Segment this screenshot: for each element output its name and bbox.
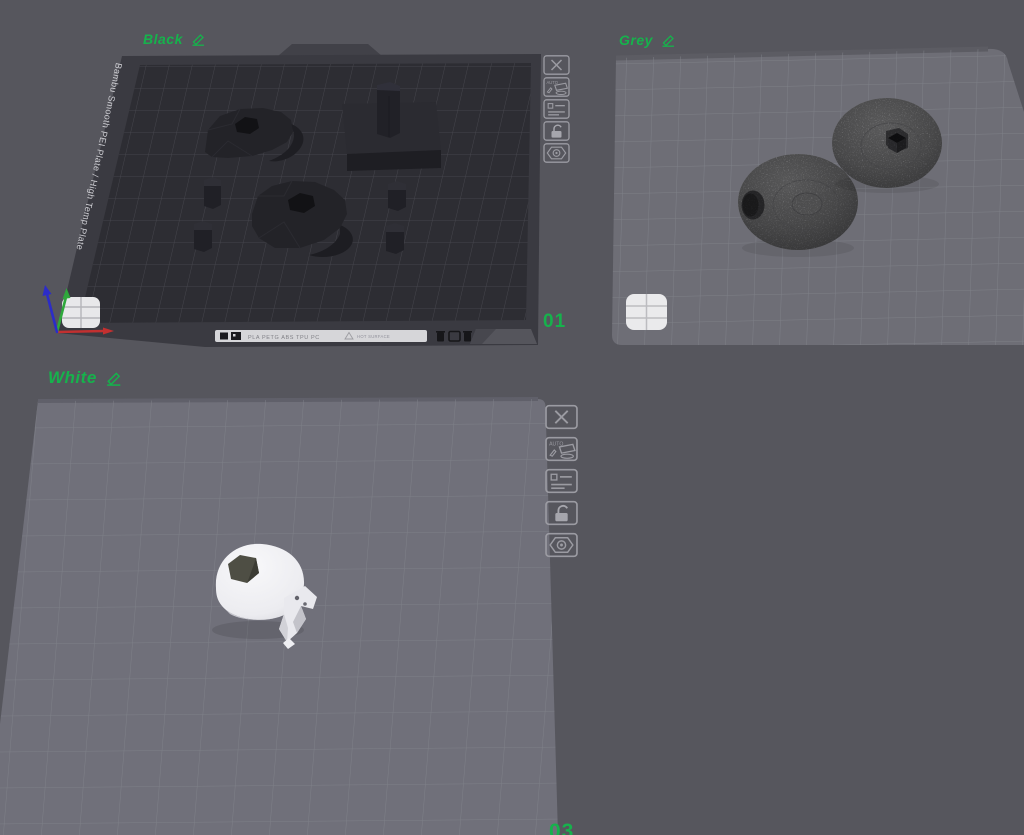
plate-corner-marker (626, 294, 667, 330)
delete-plate-icon[interactable] (542, 55, 571, 75)
plate-grey[interactable] (600, 38, 1024, 360)
model-hex-peg[interactable] (194, 221, 212, 252)
model-hex-peg[interactable] (204, 177, 221, 209)
plate-handle (278, 44, 382, 56)
plate-name-grey[interactable]: Grey (619, 32, 677, 48)
model-dome-right[interactable] (832, 98, 942, 193)
delete-plate-icon[interactable] (545, 404, 578, 430)
plate-front-strip: PLA PETG ABS TPU PC HOT SURFACE (215, 329, 537, 344)
auto-label: AUTO (547, 80, 559, 85)
plate-name-label[interactable]: White (48, 368, 97, 388)
plate-name-white[interactable]: White (48, 368, 124, 388)
model-hex-peg[interactable] (388, 181, 406, 211)
plate-toolbar-black: AUTO (542, 55, 571, 165)
model-hex-peg[interactable] (386, 223, 404, 254)
plate-white[interactable] (0, 392, 600, 835)
plate-settings-list-icon[interactable] (542, 99, 571, 119)
multi-plate-view: PLA PETG ABS TPU PC HOT SURFACE Bambu Sm… (0, 0, 1024, 835)
plate-number-03: 03 (549, 820, 574, 835)
plate-corner-marker (62, 297, 100, 328)
strip-warning-text: HOT SURFACE (357, 334, 390, 339)
edit-pencil-icon[interactable] (104, 370, 124, 386)
plate-config-icon[interactable] (545, 532, 578, 558)
plate-name-black[interactable]: Black (143, 31, 207, 47)
auto-orient-plate-icon[interactable]: AUTO (545, 436, 578, 462)
strip-materials-text: PLA PETG ABS TPU PC (248, 335, 320, 341)
plate-grid (0, 399, 558, 835)
lock-plate-icon[interactable] (545, 500, 578, 526)
edit-pencil-icon[interactable] (660, 33, 677, 47)
lock-plate-icon[interactable] (542, 121, 571, 141)
auto-orient-plate-icon[interactable]: AUTO (542, 77, 571, 97)
edit-pencil-icon[interactable] (190, 32, 207, 46)
plate-settings-list-icon[interactable] (545, 468, 578, 494)
plate-toolbar-white: AUTO (545, 404, 578, 564)
plate-name-label[interactable]: Grey (619, 32, 653, 48)
plate-config-icon[interactable] (542, 143, 571, 163)
plate-name-label[interactable]: Black (143, 31, 183, 47)
plate-number-01: 01 (543, 311, 566, 333)
